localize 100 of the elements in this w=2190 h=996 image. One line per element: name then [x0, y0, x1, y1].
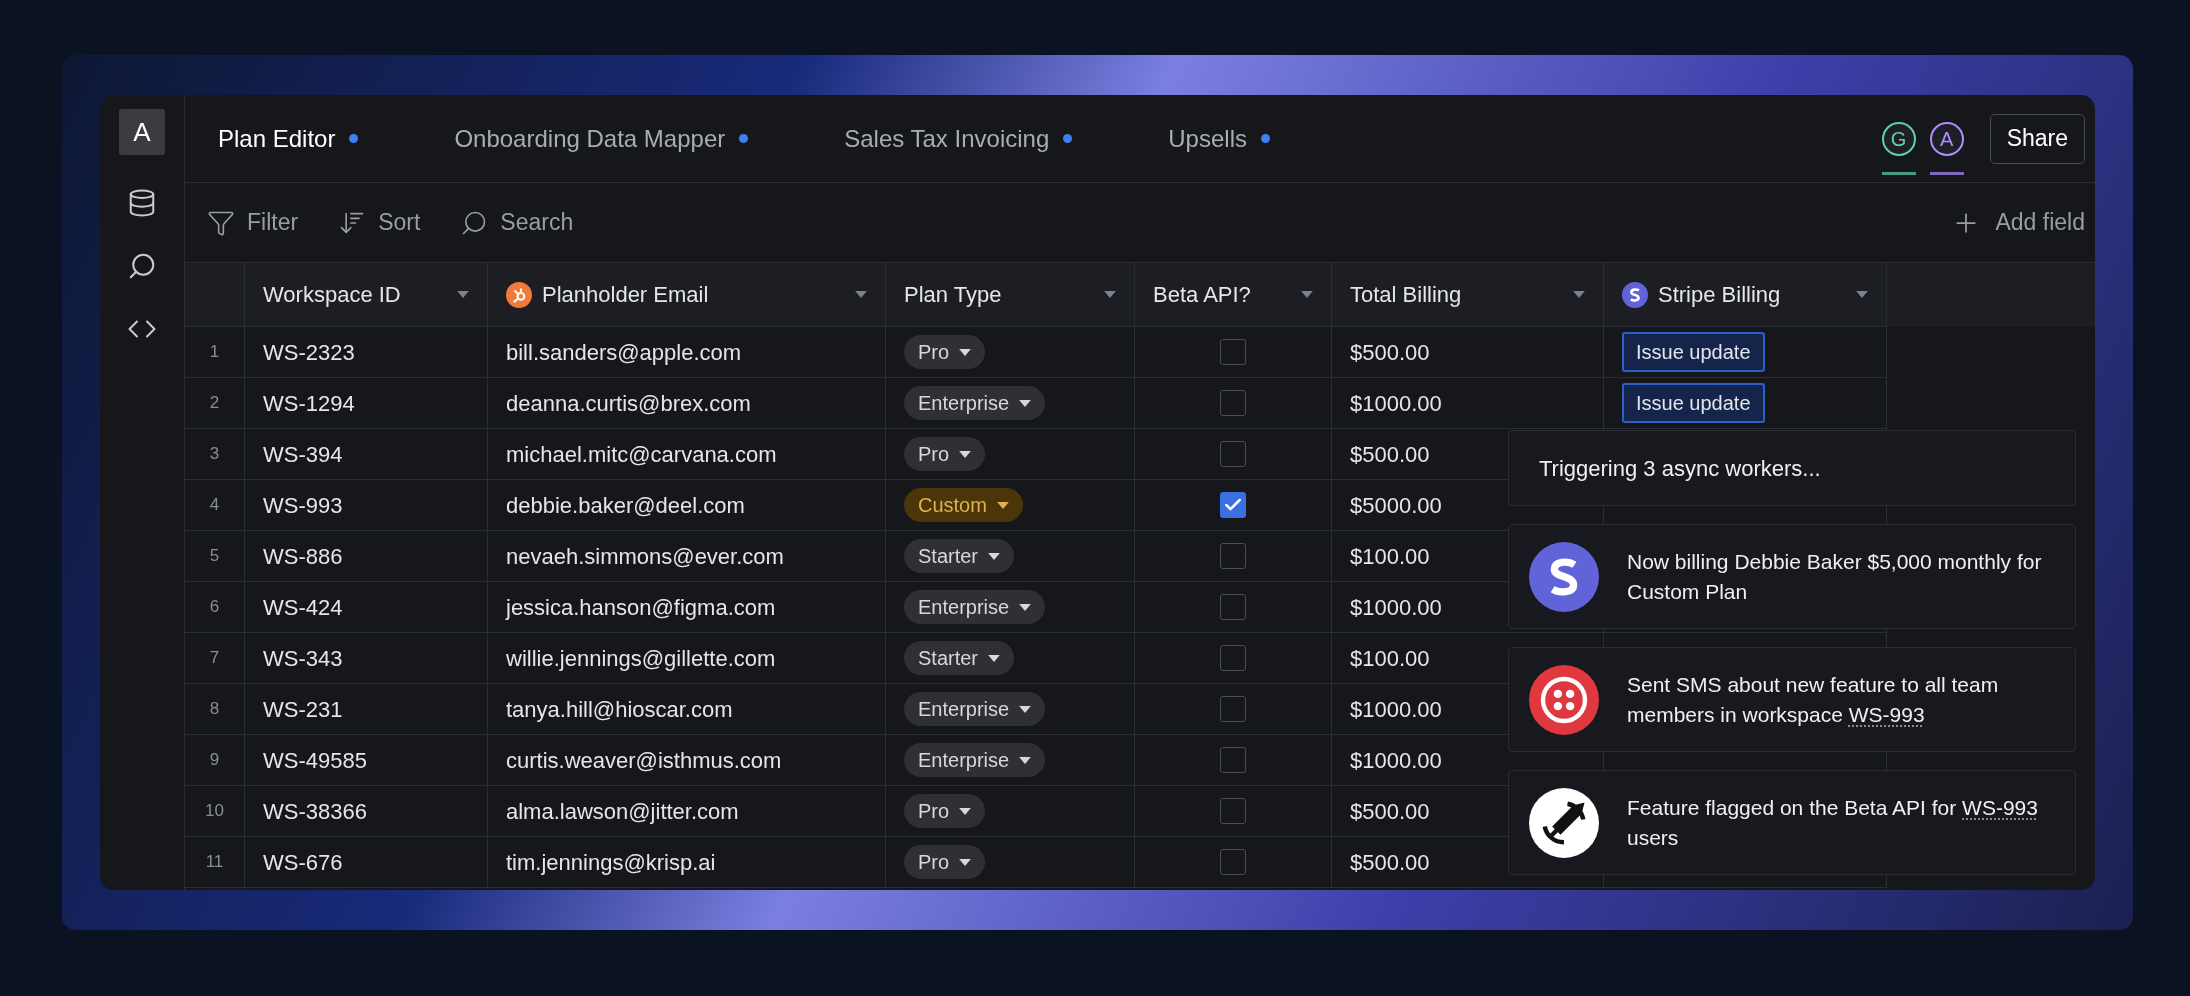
workspace-link[interactable]: WS-993 — [1962, 795, 2038, 819]
checkbox[interactable] — [1220, 696, 1246, 722]
table-cell-text: WS-231 — [263, 695, 343, 724]
search-icon[interactable] — [127, 251, 157, 281]
issue-update-button[interactable]: Issue update — [1622, 332, 1765, 372]
table-cell-text: $500.00 — [1350, 797, 1430, 826]
caret-icon — [1104, 291, 1116, 298]
table-cell-text: $1000.00 — [1350, 593, 1442, 622]
table-cell-text: $500.00 — [1350, 440, 1430, 469]
plan-tag[interactable]: Enterprise — [904, 743, 1046, 777]
plan-tag[interactable]: Pro — [904, 845, 986, 879]
database-icon[interactable] — [127, 188, 157, 218]
row-number: 7 — [209, 647, 220, 670]
caret-icon — [1019, 603, 1032, 611]
plan-tag[interactable]: Pro — [904, 437, 986, 471]
checkbox[interactable] — [1220, 849, 1246, 875]
share-button[interactable]: Share — [1989, 113, 2085, 164]
tab[interactable]: Plan Editor — [218, 120, 359, 157]
column-header[interactable]: Plan Type — [886, 263, 1135, 327]
table-cell-text: $5000.00 — [1350, 491, 1442, 520]
table-cell-text: WS-676 — [263, 848, 343, 877]
column-label: Beta API? — [1153, 281, 1251, 309]
row-number: 8 — [209, 698, 220, 721]
table-cell-text: debbie.baker@deel.com — [506, 491, 745, 520]
table-cell-text: WS-424 — [263, 593, 343, 622]
column-label: Stripe Billing — [1658, 281, 1781, 309]
plan-tag[interactable]: Pro — [904, 335, 986, 369]
caret-icon — [996, 501, 1009, 509]
sort-button[interactable]: Sort — [338, 205, 421, 240]
notification-text: Now billing Debbie Baker $5,000 monthly for Custom Plan — [1627, 548, 2043, 605]
caret-icon — [1856, 291, 1868, 298]
presence-bar — [1881, 171, 1916, 175]
table-cell-text: WS-1294 — [263, 389, 355, 418]
rocket-logo-icon — [1529, 787, 1599, 858]
table-cell-text: deanna.curtis@brex.com — [506, 389, 751, 418]
checkbox[interactable] — [1220, 594, 1246, 620]
add-field-button[interactable]: Add field — [1951, 205, 2085, 240]
column-header[interactable]: Beta API? — [1135, 263, 1332, 327]
caret-icon — [959, 807, 972, 815]
column-header[interactable]: Workspace ID — [245, 263, 488, 327]
avatar[interactable]: G — [1881, 121, 1916, 156]
column-header[interactable]: Total Billing — [1332, 263, 1604, 327]
caret-icon — [1019, 756, 1032, 764]
column-header[interactable]: Planholder Email — [488, 263, 886, 327]
filter-button[interactable]: Filter — [207, 205, 299, 240]
row-number: 1 — [209, 341, 220, 364]
caret-icon — [1301, 291, 1313, 298]
table-cell-text: WS-993 — [263, 491, 343, 520]
caret-icon — [988, 552, 1001, 560]
plan-tag[interactable]: Enterprise — [904, 590, 1046, 624]
row-number: 10 — [205, 800, 224, 823]
table-cell-text: willie.jennings@gillette.com — [506, 644, 776, 673]
tab[interactable]: Sales Tax Invoicing — [844, 120, 1073, 157]
checkbox[interactable] — [1220, 645, 1246, 671]
caret-icon — [1019, 705, 1032, 713]
table-cell-text: WS-38366 — [263, 797, 367, 826]
plan-tag[interactable]: Starter — [904, 539, 1015, 573]
checkbox[interactable] — [1220, 441, 1246, 467]
checkbox[interactable] — [1220, 492, 1246, 518]
row-number: 6 — [209, 596, 220, 619]
plan-tag[interactable]: Pro — [904, 794, 986, 828]
search-button[interactable]: Search — [460, 205, 574, 240]
caret-icon — [959, 450, 972, 458]
plan-tag[interactable]: Custom — [904, 488, 1023, 522]
notification-text: Feature flagged on the Beta API for WS-993 users — [1627, 794, 2039, 851]
table-cell-text: $1000.00 — [1350, 746, 1442, 775]
row-number: 4 — [209, 494, 220, 517]
issue-update-button[interactable]: Issue update — [1622, 383, 1765, 423]
table-cell-text: WS-343 — [263, 644, 343, 673]
caret-icon — [855, 291, 867, 298]
checkbox[interactable] — [1220, 747, 1246, 773]
plan-tag[interactable]: Enterprise — [904, 692, 1046, 726]
checkbox[interactable] — [1220, 339, 1246, 365]
checkbox[interactable] — [1220, 543, 1246, 569]
column-header[interactable]: Stripe Billing — [1604, 263, 1887, 327]
column-label: Planholder Email — [542, 281, 709, 309]
stripe-logo-icon — [1622, 281, 1648, 308]
checkbox[interactable] — [1220, 390, 1246, 416]
workspace-logo[interactable]: A — [119, 109, 165, 155]
checkbox[interactable] — [1220, 798, 1246, 824]
table-cell-text: WS-886 — [263, 542, 343, 571]
notification-text: Sent SMS about new feature to all team members in workspace WS-993 — [1627, 671, 2000, 728]
hubspot-logo-icon — [506, 281, 532, 308]
caret-icon — [959, 858, 972, 866]
table-cell-text: $500.00 — [1350, 848, 1430, 877]
table-cell-text: WS-2323 — [263, 338, 355, 367]
column-label: Total Billing — [1350, 281, 1462, 309]
caret-icon — [988, 654, 1001, 662]
status-text: Triggering 3 async workers... — [1539, 454, 1821, 483]
caret-icon — [959, 348, 972, 356]
table-cell-text: curtis.weaver@isthmus.com — [506, 746, 782, 775]
workspace-link[interactable]: WS-993 — [1848, 702, 1925, 726]
table-cell-text: nevaeh.simmons@ever.com — [506, 542, 784, 571]
row-number: 11 — [205, 851, 224, 874]
tab[interactable]: Onboarding Data Mapper — [454, 120, 749, 157]
avatar[interactable]: A — [1929, 121, 1964, 156]
plan-tag[interactable]: Starter — [904, 641, 1015, 675]
tab[interactable]: Upsells — [1168, 120, 1270, 157]
plan-tag[interactable]: Enterprise — [904, 386, 1046, 420]
table-cell-text: tim.jennings@krisp.ai — [506, 848, 716, 877]
